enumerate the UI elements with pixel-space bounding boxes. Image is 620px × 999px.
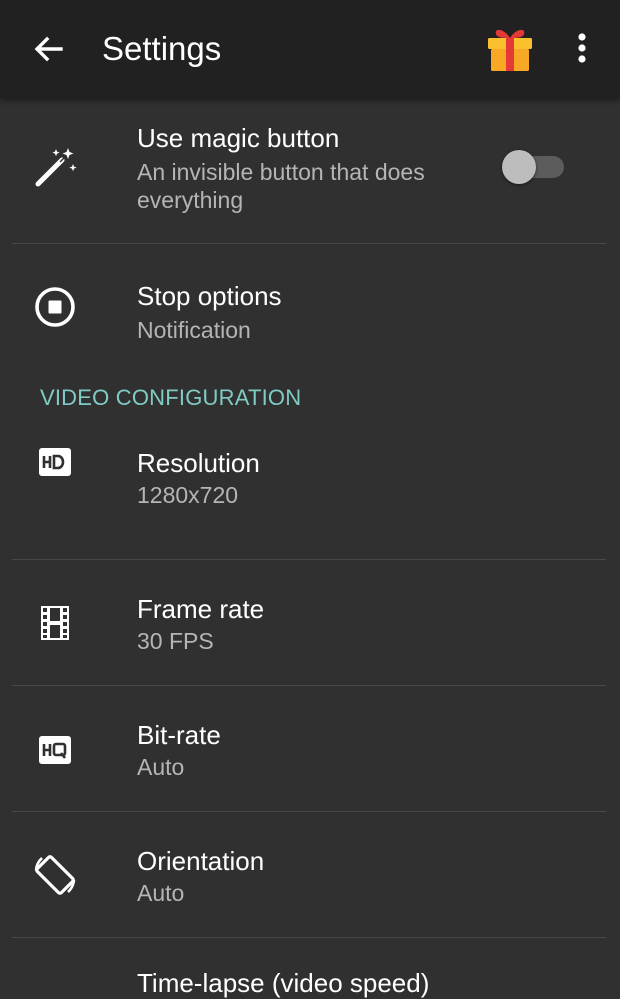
- setting-subtitle: Auto: [137, 754, 185, 780]
- setting-subtitle: Notification: [137, 317, 251, 343]
- setting-subtitle: 1280x720: [137, 482, 239, 508]
- setting-title: Time-lapse (video speed): [137, 968, 430, 998]
- setting-orientation[interactable]: Orientation Auto: [0, 812, 620, 938]
- setting-title: Orientation: [137, 846, 265, 876]
- hq-icon: [39, 736, 71, 764]
- arrow-back-icon[interactable]: [28, 30, 68, 70]
- gift-icon[interactable]: [484, 24, 536, 74]
- setting-time-lapse[interactable]: Time-lapse (video speed): [0, 938, 620, 998]
- more-vert-icon[interactable]: [566, 28, 598, 68]
- setting-resolution[interactable]: Resolution 1280x720: [0, 434, 620, 560]
- section-header: VIDEO CONFIGURATION: [40, 385, 302, 410]
- hd-icon: [39, 448, 71, 476]
- setting-bit-rate[interactable]: Bit-rate Auto: [0, 686, 620, 812]
- screen-rotation-icon: [34, 855, 76, 895]
- film-icon: [41, 606, 69, 640]
- setting-use-magic-button[interactable]: Use magic button An invisible button tha…: [0, 98, 620, 244]
- app-bar: Settings: [0, 0, 620, 98]
- setting-subtitle-continued: everything: [137, 187, 244, 213]
- setting-subtitle: An invisible button that does: [137, 159, 425, 185]
- magic-button-toggle[interactable]: [502, 150, 566, 184]
- page-title: Settings: [102, 30, 222, 67]
- setting-subtitle: 30 FPS: [137, 628, 214, 654]
- section-video-configuration: VIDEO CONFIGURATION: [0, 368, 620, 434]
- setting-title: Frame rate: [137, 594, 265, 624]
- setting-title: Use magic button: [137, 123, 340, 153]
- setting-stop-options[interactable]: Stop options Notification: [0, 244, 620, 368]
- magic-wand-icon: [35, 148, 77, 187]
- setting-frame-rate[interactable]: Frame rate 30 FPS: [0, 560, 620, 686]
- stop-circle-icon: [35, 287, 75, 327]
- setting-title: Stop options: [137, 281, 282, 311]
- toggle-thumb: [502, 150, 536, 184]
- setting-subtitle: Auto: [137, 880, 185, 906]
- setting-title: Resolution: [137, 448, 260, 478]
- settings-list: Use magic button An invisible button tha…: [0, 98, 620, 998]
- setting-title: Bit-rate: [137, 720, 221, 750]
